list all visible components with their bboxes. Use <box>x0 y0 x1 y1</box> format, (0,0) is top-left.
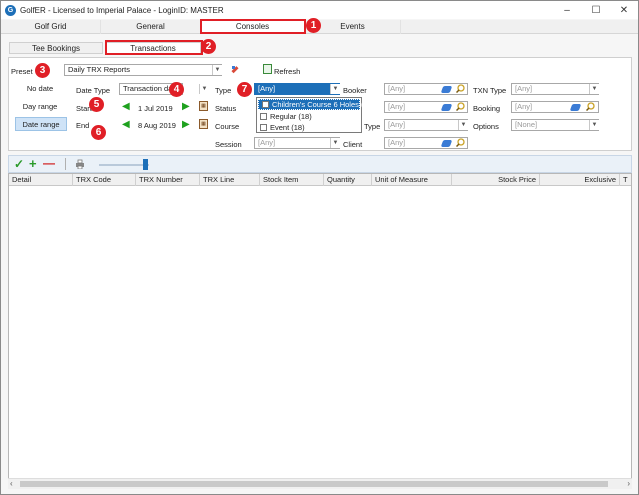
sub-tab-bar: Tee Bookings Transactions <box>1 42 638 55</box>
booker-label: Booker <box>343 86 367 95</box>
app-window: G GolfER - Licensed to Imperial Palace -… <box>0 0 639 495</box>
add-icon[interactable]: + <box>29 156 37 171</box>
grid-header: Detail TRX Code TRX Number TRX Line Stoc… <box>9 174 631 186</box>
secondary-type-label: Type <box>364 122 381 131</box>
toolbar-divider <box>65 158 66 170</box>
status-label: Status <box>215 104 237 113</box>
date-type-dropdown-chevron-icon[interactable]: ▼ <box>199 84 209 94</box>
check-icon[interactable]: ✓ <box>14 157 24 171</box>
transactions-grid: Detail TRX Code TRX Number TRX Line Stoc… <box>8 173 632 483</box>
secondary-type-select[interactable]: [Any] <box>384 119 468 131</box>
callout-badge-3: 3 <box>35 63 50 78</box>
date-type-label: Date Type <box>76 86 111 95</box>
column-header[interactable]: Exclusive <box>540 174 620 186</box>
callout-badge-2: 2 <box>201 39 216 54</box>
zoom-slider-handle[interactable] <box>143 159 148 170</box>
column-header[interactable]: TRX Code <box>73 174 136 186</box>
options-label: Options <box>473 122 499 131</box>
refresh-button[interactable]: Refresh <box>274 67 300 76</box>
close-button[interactable]: ✕ <box>610 1 638 19</box>
color-wand-icon[interactable] <box>230 64 240 74</box>
type-label: Type <box>215 86 232 95</box>
horizontal-scrollbar[interactable]: ‹ › <box>8 478 632 489</box>
column-header[interactable]: Quantity <box>324 174 372 186</box>
end-calendar-icon[interactable]: ▦ <box>199 119 208 129</box>
tab-golf-grid[interactable]: Golf Grid <box>1 20 101 34</box>
session-dropdown-chevron-icon[interactable]: ▼ <box>330 138 340 148</box>
printer-icon[interactable] <box>75 159 85 170</box>
client-label: Client <box>343 140 363 149</box>
callout-badge-1: 1 <box>306 18 321 33</box>
column-header[interactable]: Unit of Measure <box>372 174 452 186</box>
checkbox[interactable] <box>260 113 267 120</box>
client-search-icon[interactable] <box>455 138 465 148</box>
column-header[interactable]: Stock Price <box>452 174 540 186</box>
checkbox[interactable] <box>260 124 267 131</box>
start-calendar-icon[interactable]: ▦ <box>199 101 208 111</box>
type-option-regular[interactable]: Regular (18) <box>257 111 361 122</box>
session-label: Session <box>215 140 242 149</box>
booking-label: Booking <box>473 104 501 113</box>
preset-label: Preset <box>11 67 33 76</box>
column-header[interactable]: Stock Item <box>260 174 324 186</box>
window-title: GolfER - Licensed to Imperial Palace - L… <box>20 5 224 15</box>
option-label: Children's Course 6 Holes (18) <box>272 100 375 109</box>
session-select[interactable]: [Any] <box>254 137 340 149</box>
end-next-arrow-icon[interactable]: ▶ <box>182 120 192 130</box>
status-search-icon[interactable] <box>455 102 465 112</box>
grid-toolbar: ✓ + — <box>8 155 632 173</box>
end-date-value[interactable]: 8 Aug 2019 <box>138 121 176 130</box>
type-dropdown-chevron-icon[interactable]: ▼ <box>330 84 340 94</box>
type-select[interactable]: [Any] <box>254 83 340 95</box>
type-option-event[interactable]: Event (18) <box>257 122 361 133</box>
end-label: End <box>76 121 90 130</box>
callout-badge-5: 5 <box>89 97 104 112</box>
maximize-button[interactable]: ☐ <box>582 1 610 19</box>
callout-badge-6: 6 <box>91 125 106 140</box>
minimize-button[interactable]: – <box>553 1 581 19</box>
txn-type-dropdown-chevron-icon[interactable]: ▼ <box>589 84 599 94</box>
booking-search-icon[interactable] <box>585 102 595 112</box>
consoles-highlight <box>200 19 306 34</box>
scroll-left-icon[interactable]: ‹ <box>10 479 13 488</box>
booker-search-icon[interactable] <box>455 84 465 94</box>
tab-general[interactable]: General <box>101 20 201 34</box>
start-prev-arrow-icon[interactable]: ◀ <box>122 102 132 112</box>
option-label: Event (18) <box>270 123 305 132</box>
tab-tee-bookings[interactable]: Tee Bookings <box>9 42 103 54</box>
scrollbar-thumb[interactable] <box>20 481 608 487</box>
transactions-highlight <box>105 40 203 55</box>
app-logo-icon: G <box>5 4 16 16</box>
start-next-arrow-icon[interactable]: ▶ <box>182 102 192 112</box>
refresh-icon[interactable] <box>263 64 272 74</box>
column-header[interactable]: Detail <box>9 174 73 186</box>
checkbox[interactable] <box>262 101 269 108</box>
preset-dropdown-chevron-icon[interactable]: ▼ <box>212 65 222 75</box>
start-date-value[interactable]: 1 Jul 2019 <box>138 104 173 113</box>
scroll-right-icon[interactable]: › <box>627 479 630 488</box>
title-bar: G GolfER - Licensed to Imperial Palace -… <box>1 1 638 19</box>
options-select[interactable]: [None] <box>511 119 599 131</box>
date-range-button[interactable]: Date range <box>15 117 67 131</box>
txn-type-label: TXN Type <box>473 86 507 95</box>
preset-select[interactable]: Daily TRX Reports <box>64 64 222 76</box>
zoom-slider-track[interactable] <box>99 164 149 166</box>
option-label: Regular (18) <box>270 112 312 121</box>
txn-type-select[interactable]: [Any] <box>511 83 599 95</box>
callout-badge-7: 7 <box>237 82 252 97</box>
remove-icon[interactable]: — <box>43 156 55 170</box>
callout-badge-4: 4 <box>169 82 184 97</box>
column-header[interactable]: TRX Number <box>136 174 200 186</box>
no-date-button[interactable]: No date <box>15 83 65 95</box>
secondary-type-dropdown-chevron-icon[interactable]: ▼ <box>458 120 468 130</box>
column-header[interactable]: T <box>620 174 631 186</box>
course-label: Course <box>215 122 240 131</box>
options-dropdown-chevron-icon[interactable]: ▼ <box>589 120 599 130</box>
day-range-button[interactable]: Day range <box>15 101 65 113</box>
type-dropdown-list: Children's Course 6 Holes (18) Regular (… <box>256 97 374 133</box>
column-header[interactable]: TRX Line <box>200 174 260 186</box>
end-prev-arrow-icon[interactable]: ◀ <box>122 120 132 130</box>
type-option-childrens-course[interactable]: Children's Course 6 Holes (18) <box>258 99 374 110</box>
